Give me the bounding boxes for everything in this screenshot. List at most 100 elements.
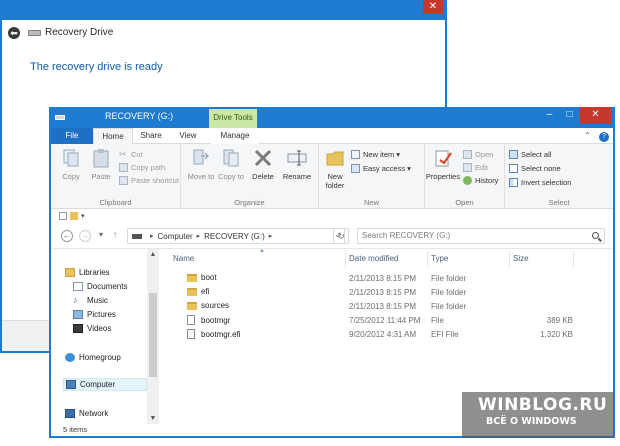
nav-label: Libraries — [79, 268, 110, 277]
customize-qat-icon[interactable]: ▾ — [81, 212, 85, 220]
cut-button[interactable]: ✂ Cut — [119, 148, 143, 160]
easy-access-label: Easy access — [363, 163, 406, 173]
edit-label: Edit — [475, 162, 488, 172]
nav-item-computer[interactable]: Computer — [63, 378, 147, 391]
copy-button[interactable]: Copy — [57, 148, 85, 181]
file-date: 7/25/2012 11:44 PM — [349, 316, 421, 325]
tab-file[interactable]: File — [51, 128, 93, 144]
file-date: 2/11/2013 8:15 PM — [349, 274, 417, 283]
column-header-name[interactable]: Name — [173, 254, 194, 263]
nav-label: Computer — [80, 380, 116, 389]
move-to-button[interactable]: Move to — [187, 148, 215, 181]
tab-manage[interactable]: Manage — [211, 128, 259, 144]
file-date: 9/20/2012 4:31 AM — [349, 330, 417, 339]
search-input[interactable]: Search RECOVERY (G:) — [357, 228, 605, 244]
close-button[interactable]: ✕ — [580, 107, 611, 124]
column-header-size[interactable]: Size — [513, 254, 529, 263]
edit-button[interactable]: Edit — [463, 161, 488, 173]
breadcrumb-computer[interactable]: Computer — [158, 232, 193, 241]
file-row[interactable]: bootmgr.efi 9/20/2012 4:31 AM EFI File 1… — [163, 327, 613, 341]
paste-button[interactable]: Paste — [87, 148, 115, 181]
tab-share[interactable]: Share — [133, 128, 169, 144]
copy-label: Copy — [62, 172, 80, 181]
copy-to-button[interactable]: Copy to — [217, 148, 245, 181]
paste-label: Paste — [91, 172, 111, 181]
collapse-ribbon-icon[interactable]: ⌃ — [584, 131, 591, 140]
refresh-button[interactable]: ↻ — [333, 228, 349, 244]
select-all-button[interactable]: Select all — [509, 148, 551, 160]
delete-button[interactable]: Delete — [249, 148, 277, 181]
file-row[interactable]: efi 2/11/2013 8:15 PM File folder — [163, 285, 613, 299]
tab-view[interactable]: View — [169, 128, 207, 144]
file-size: 1,320 KB — [540, 330, 573, 339]
watermark-line-1: WINBLOG.RU — [478, 395, 608, 415]
column-header-date-modified[interactable]: Date modified — [349, 254, 398, 263]
libraries-icon — [65, 268, 75, 277]
nav-item-pictures[interactable]: Pictures — [73, 310, 116, 319]
nav-item-videos[interactable]: Videos — [73, 324, 111, 333]
back-button[interactable]: ← — [61, 230, 73, 242]
copy-path-button[interactable]: Copy path — [119, 161, 165, 173]
nav-item-network[interactable]: Network — [65, 409, 108, 418]
address-bar[interactable]: ▸ Computer ▸ RECOVERY (G:) ▸ ⌄ — [127, 228, 345, 244]
file-row[interactable]: sources 2/11/2013 8:15 PM File folder — [163, 299, 613, 313]
open-button[interactable]: Open — [463, 148, 493, 160]
column-divider[interactable] — [427, 251, 428, 267]
network-icon — [65, 409, 75, 418]
new-folder-button[interactable]: New folder — [321, 148, 349, 190]
paste-shortcut-button[interactable]: Paste shortcut — [119, 174, 179, 186]
homegroup-icon — [65, 353, 75, 362]
context-tab-drive-tools: Drive Tools — [209, 109, 257, 129]
nav-item-homegroup[interactable]: Homegroup — [65, 353, 121, 362]
wizard-header: ⬅ Recovery Drive — [2, 20, 445, 45]
new-item-button[interactable]: New item ▾ — [351, 148, 400, 160]
nav-item-documents[interactable]: Documents — [73, 282, 127, 291]
easy-access-button[interactable]: Easy access ▾ — [351, 162, 411, 174]
up-button[interactable]: ↑ — [113, 230, 117, 239]
minimize-button[interactable]: – — [540, 107, 559, 124]
delete-x-icon — [254, 149, 272, 167]
file-type: File folder — [431, 288, 467, 297]
invert-selection-button[interactable]: Invert selection — [509, 176, 571, 188]
properties-qat-icon[interactable] — [59, 212, 67, 220]
column-divider[interactable] — [573, 251, 574, 267]
help-icon[interactable]: ? — [599, 132, 609, 142]
search-icon[interactable] — [592, 232, 599, 239]
column-divider[interactable] — [509, 251, 510, 267]
properties-button[interactable]: Properties — [425, 148, 461, 181]
address-row: ← → ▾ ↑ ▸ Computer ▸ RECOVERY (G:) ▸ ⌄ ↻… — [51, 223, 613, 249]
forward-button[interactable]: → — [79, 230, 91, 242]
wizard-close-button[interactable]: ✕ — [423, 0, 443, 14]
rename-button[interactable]: Rename — [281, 148, 313, 181]
history-button[interactable]: History — [463, 174, 498, 186]
file-row[interactable]: boot 2/11/2013 8:15 PM File folder — [163, 271, 613, 285]
nav-label: Homegroup — [79, 353, 121, 362]
computer-icon — [66, 380, 76, 389]
group-label-new: New — [363, 198, 379, 207]
invert-selection-label: Invert selection — [521, 177, 572, 187]
select-none-button[interactable]: Select none — [509, 162, 561, 174]
group-label-select: Select — [548, 198, 570, 207]
music-icon: ♪ — [73, 295, 78, 305]
watermark-line-2: ВСЁ О WINDOWS — [486, 416, 577, 427]
move-to-label: Move to — [187, 172, 215, 181]
file-row[interactable]: bootmgr 7/25/2012 11:44 PM File 389 KB — [163, 313, 613, 327]
file-name: efi — [201, 287, 210, 296]
tab-home[interactable]: Home — [93, 128, 133, 145]
new-folder-qat-icon[interactable] — [70, 212, 78, 220]
column-divider[interactable] — [345, 251, 346, 267]
nav-item-music[interactable]: ♪ Music — [73, 295, 108, 306]
chevron-down-icon[interactable]: ▼ — [147, 415, 159, 422]
nav-pane-scrollbar[interactable]: ▲ ▼ — [147, 249, 159, 424]
maximize-button[interactable]: □ — [560, 107, 579, 124]
ribbon-tab-bar: File Home Share View Manage ⌃ ? — [51, 128, 613, 145]
breadcrumb-recovery[interactable]: RECOVERY (G:) — [204, 232, 265, 241]
back-arrow-icon[interactable]: ⬅ — [8, 26, 20, 39]
ribbon: Copy Paste ✂ Cut Copy path Paste shortcut… — [51, 144, 613, 209]
nav-item-libraries[interactable]: Libraries — [65, 268, 110, 277]
copy-path-icon — [119, 162, 128, 172]
chevron-up-icon[interactable]: ▲ — [147, 251, 159, 258]
column-header-type[interactable]: Type — [431, 254, 448, 263]
scrollbar-thumb[interactable] — [149, 293, 157, 377]
recent-locations-icon[interactable]: ▾ — [99, 230, 103, 239]
